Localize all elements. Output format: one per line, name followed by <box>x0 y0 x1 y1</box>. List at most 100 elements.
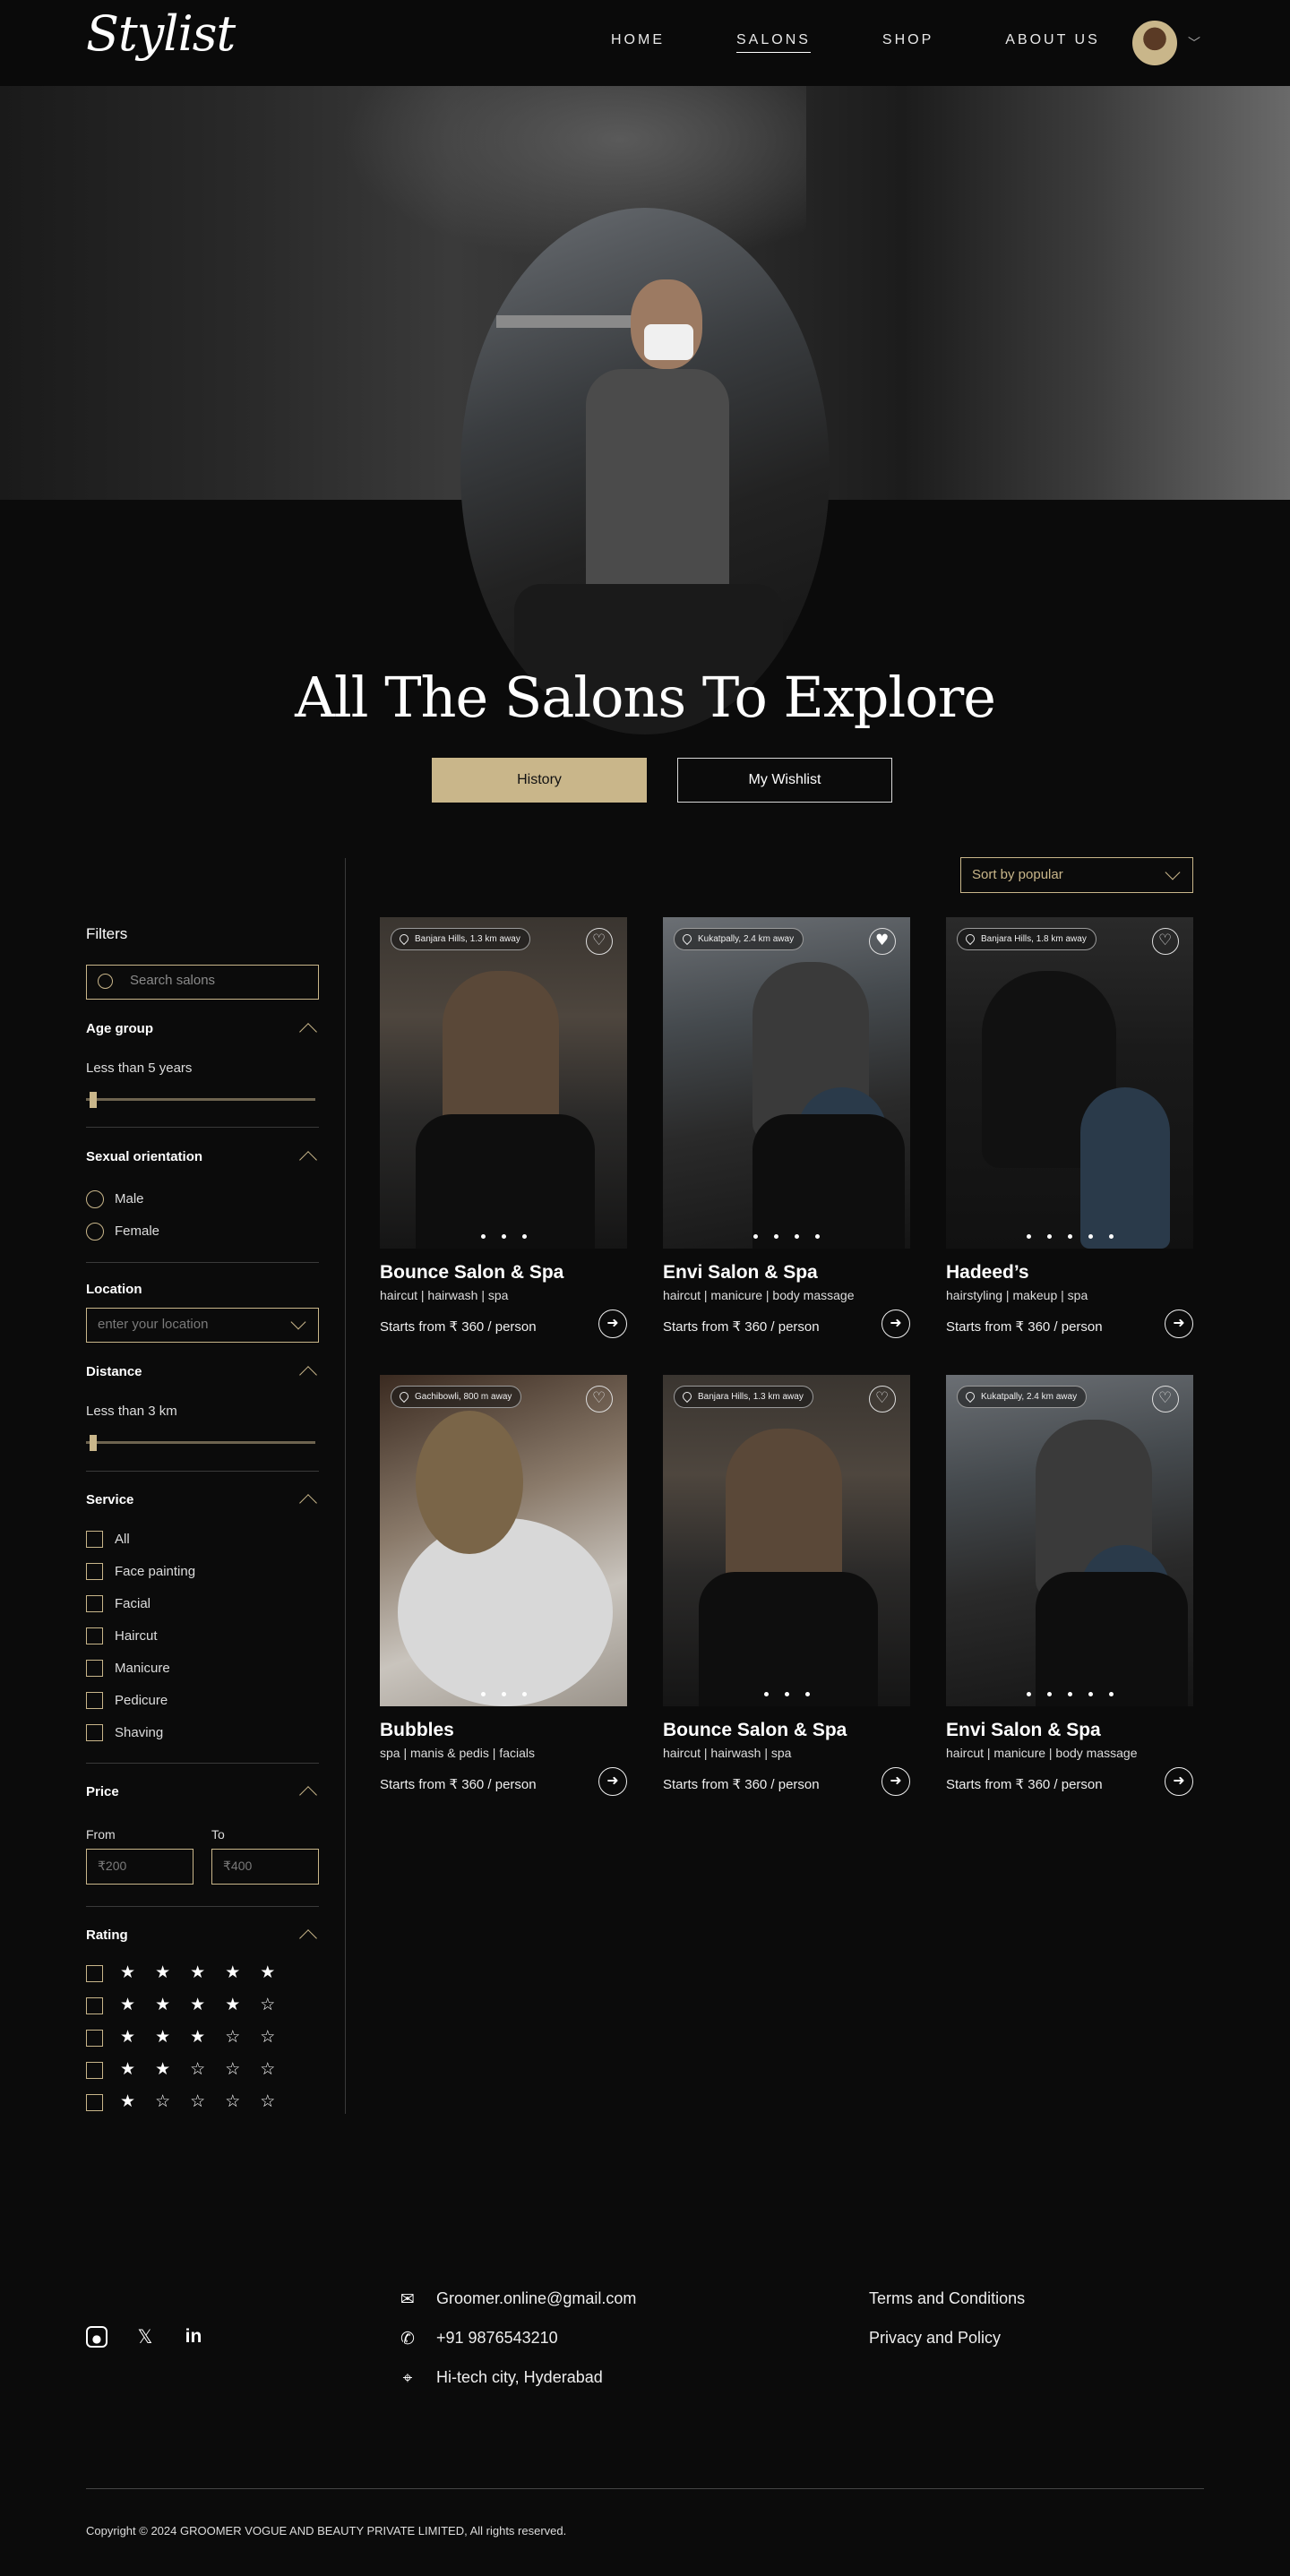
search-icon <box>98 974 113 989</box>
service-checkbox-face-painting[interactable] <box>86 1563 103 1580</box>
price-from-input[interactable] <box>98 1859 184 1873</box>
nav-shop[interactable]: SHOP <box>882 32 933 53</box>
chevron-down-icon[interactable]: ﹀ <box>1188 34 1200 52</box>
divider <box>86 1127 319 1128</box>
privacy-link[interactable]: Privacy and Policy <box>869 2329 1001 2348</box>
carousel-dots[interactable] <box>663 1227 910 1243</box>
salon-price: Starts from ₹ 360 / person <box>946 1319 1103 1335</box>
wishlist-button[interactable]: My Wishlist <box>677 758 892 803</box>
service-checkbox-pedicure[interactable] <box>86 1692 103 1709</box>
service-checkbox-haircut[interactable] <box>86 1627 103 1644</box>
footer-email[interactable]: Groomer.online@gmail.com <box>436 2289 636 2308</box>
service-label: Face painting <box>115 1564 196 1579</box>
carousel-dots[interactable] <box>946 1685 1193 1701</box>
service-checkbox-facial[interactable] <box>86 1595 103 1612</box>
rating-checkbox-4[interactable] <box>86 1997 103 2014</box>
chevron-down-icon[interactable] <box>1165 864 1181 880</box>
nav-home[interactable]: HOME <box>611 32 665 53</box>
salon-name[interactable]: Envi Salon & Spa <box>663 1262 818 1284</box>
rating-stars: ★ ★ ★ ★ ☆ <box>120 1995 283 2014</box>
salon-name[interactable]: Bounce Salon & Spa <box>380 1262 563 1284</box>
salon-image[interactable]: Banjara Hills, 1.3 km away <box>380 917 627 1249</box>
search-input[interactable] <box>130 973 309 988</box>
distance-slider-handle[interactable] <box>90 1435 97 1451</box>
location-badge: Gachibowli, 800 m away <box>391 1386 522 1408</box>
salon-services: haircut | manicure | body massage <box>663 1288 855 1302</box>
rating-title: Rating <box>86 1928 128 1943</box>
service-checkbox-manicure[interactable] <box>86 1660 103 1677</box>
location-pin-icon: ⌖ <box>402 2368 413 2388</box>
price-from-field[interactable] <box>86 1849 194 1885</box>
salon-image[interactable]: Kukatpally, 2.4 km away <box>946 1375 1193 1706</box>
rating-checkbox-3[interactable] <box>86 2030 103 2047</box>
salon-name[interactable]: Envi Salon & Spa <box>946 1720 1101 1741</box>
nav-salons[interactable]: SALONS <box>736 32 811 53</box>
footer-phone[interactable]: +91 9876543210 <box>436 2329 558 2348</box>
service-checkbox-shaving[interactable] <box>86 1724 103 1741</box>
instagram-icon[interactable]: ● <box>86 2326 108 2348</box>
carousel-dots[interactable] <box>380 1227 627 1243</box>
heart-icon[interactable] <box>1152 928 1179 955</box>
carousel-dots[interactable] <box>946 1227 1193 1243</box>
service-title: Service <box>86 1492 134 1507</box>
chevron-up-icon[interactable] <box>299 1494 317 1512</box>
arrow-right-icon[interactable]: ➜ <box>1165 1767 1193 1796</box>
price-from-label: From <box>86 1827 116 1842</box>
salon-image[interactable]: Kukatpally, 2.4 km away <box>663 917 910 1249</box>
distance-slider-track[interactable] <box>86 1441 315 1444</box>
search-field[interactable] <box>86 965 319 1000</box>
chevron-up-icon[interactable] <box>299 1929 317 1947</box>
heart-icon[interactable] <box>586 1386 613 1413</box>
arrow-right-icon[interactable]: ➜ <box>598 1309 627 1338</box>
salon-services: haircut | hairwash | spa <box>380 1288 509 1302</box>
chevron-up-icon[interactable] <box>299 1151 317 1169</box>
sort-select[interactable]: Sort by popular <box>960 857 1193 893</box>
salon-image[interactable]: Banjara Hills, 1.3 km away <box>663 1375 910 1706</box>
service-checkbox-all[interactable] <box>86 1531 103 1548</box>
location-badge: Kukatpally, 2.4 km away <box>957 1386 1088 1408</box>
rating-checkbox-5[interactable] <box>86 1965 103 1982</box>
location-input[interactable] <box>98 1317 277 1332</box>
arrow-right-icon[interactable]: ➜ <box>1165 1309 1193 1338</box>
radio-female[interactable] <box>86 1223 104 1241</box>
linkedin-icon[interactable]: in <box>183 2326 204 2348</box>
distance-title: Distance <box>86 1364 142 1379</box>
radio-male[interactable] <box>86 1190 104 1208</box>
terms-link[interactable]: Terms and Conditions <box>869 2289 1025 2308</box>
rating-stars: ★ ★ ☆ ☆ ☆ <box>120 2059 283 2079</box>
x-icon[interactable]: 𝕏 <box>134 2326 156 2348</box>
nav-about-us[interactable]: ABOUT US <box>1005 32 1100 53</box>
service-label: Pedicure <box>115 1693 168 1708</box>
salon-image[interactable]: Gachibowli, 800 m away <box>380 1375 627 1706</box>
heart-icon[interactable] <box>869 1386 896 1413</box>
rating-checkbox-1[interactable] <box>86 2094 103 2111</box>
chevron-up-icon[interactable] <box>299 1366 317 1384</box>
heart-icon[interactable] <box>869 928 896 955</box>
history-button[interactable]: History <box>432 758 647 803</box>
arrow-right-icon[interactable]: ➜ <box>882 1767 910 1796</box>
heart-icon[interactable] <box>586 928 613 955</box>
rating-checkbox-2[interactable] <box>86 2062 103 2079</box>
age-slider-track[interactable] <box>86 1098 315 1101</box>
salon-name[interactable]: Hadeed’s <box>946 1262 1029 1284</box>
arrow-right-icon[interactable]: ➜ <box>882 1309 910 1338</box>
avatar[interactable] <box>1132 21 1177 65</box>
chevron-down-icon[interactable] <box>290 1314 306 1330</box>
price-to-input[interactable] <box>223 1859 309 1873</box>
filters-title: Filters <box>86 925 128 942</box>
salon-name[interactable]: Bubbles <box>380 1720 454 1741</box>
chevron-up-icon[interactable] <box>299 1786 317 1804</box>
price-to-field[interactable] <box>211 1849 319 1885</box>
arrow-right-icon[interactable]: ➜ <box>598 1767 627 1796</box>
location-badge: Kukatpally, 2.4 km away <box>674 928 804 950</box>
heart-icon[interactable] <box>1152 1386 1179 1413</box>
age-group-value: Less than 5 years <box>86 1060 193 1076</box>
carousel-dots[interactable] <box>663 1685 910 1701</box>
chevron-up-icon[interactable] <box>299 1023 317 1041</box>
carousel-dots[interactable] <box>380 1685 627 1701</box>
location-select[interactable] <box>86 1308 319 1343</box>
age-slider-handle[interactable] <box>90 1092 97 1108</box>
salon-name[interactable]: Bounce Salon & Spa <box>663 1720 847 1741</box>
salon-image[interactable]: Banjara Hills, 1.8 km away <box>946 917 1193 1249</box>
logo[interactable]: Stylist <box>86 5 236 62</box>
